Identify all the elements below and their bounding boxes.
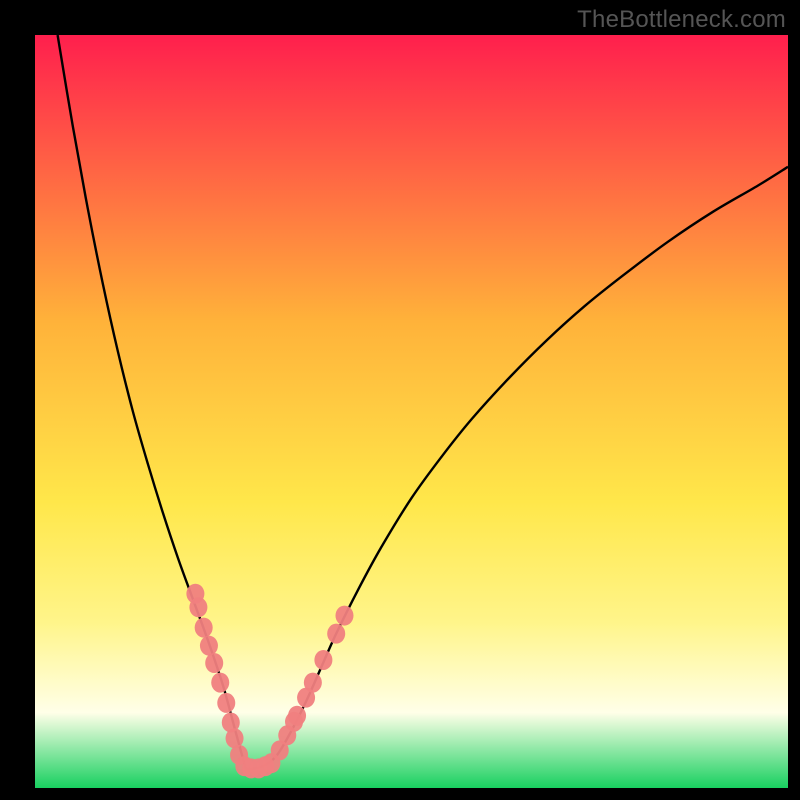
outer-frame: TheBottleneck.com xyxy=(0,0,800,800)
data-marker xyxy=(211,673,229,693)
data-marker xyxy=(314,650,332,670)
data-marker xyxy=(327,624,345,644)
data-marker xyxy=(200,636,218,656)
data-marker xyxy=(195,618,213,638)
data-marker xyxy=(304,673,322,693)
data-marker xyxy=(217,693,235,713)
chart-svg xyxy=(35,35,788,788)
chart-plot-area xyxy=(35,35,788,788)
gradient-background xyxy=(35,35,788,788)
data-marker xyxy=(335,606,353,626)
watermark-text: TheBottleneck.com xyxy=(577,6,786,34)
data-marker xyxy=(288,706,306,726)
data-marker xyxy=(189,597,207,617)
data-marker xyxy=(205,653,223,673)
